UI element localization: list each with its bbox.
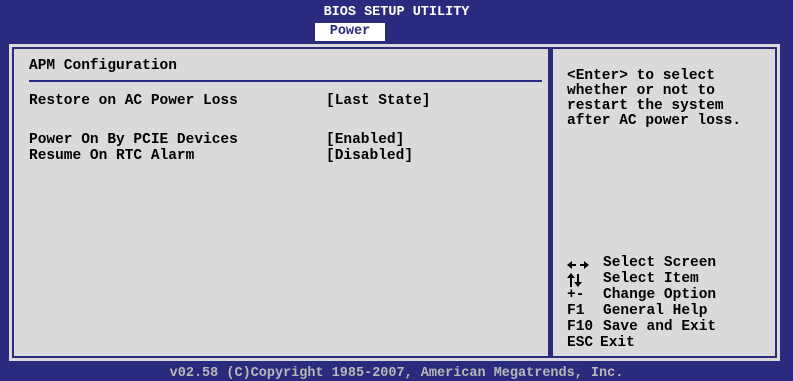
help-line: <Enter> to select bbox=[567, 68, 715, 84]
section-divider bbox=[29, 80, 542, 82]
setting-restore-ac-power-loss[interactable]: Restore on AC Power Loss [Last State] bbox=[29, 93, 529, 109]
key-row-select-item: Select Item bbox=[567, 271, 782, 287]
key-row-save-exit: F10 Save and Exit bbox=[567, 319, 782, 335]
copyright-footer: v02.58 (C)Copyright 1985-2007, American … bbox=[169, 366, 624, 381]
setting-label: Restore on AC Power Loss bbox=[29, 93, 238, 109]
frame-inner: APM Configuration Restore on AC Power Lo… bbox=[12, 47, 777, 358]
key-label: +- bbox=[567, 287, 585, 303]
bios-screen: BIOS SETUP UTILITY Power APM Configurati… bbox=[0, 0, 793, 381]
setting-value[interactable]: [Disabled] bbox=[326, 148, 413, 164]
tab-power[interactable]: Power bbox=[315, 23, 385, 41]
key-desc: Exit bbox=[600, 335, 635, 351]
key-row-general-help: F1 General Help bbox=[567, 303, 782, 319]
key-legend: Select Screen Select Item +- Change Opti… bbox=[567, 255, 782, 351]
key-desc: General Help bbox=[603, 303, 708, 319]
key-desc: Save and Exit bbox=[603, 319, 717, 335]
help-line: restart the system bbox=[567, 98, 724, 114]
key-label: ESC bbox=[567, 335, 594, 351]
setting-value[interactable]: [Last State] bbox=[326, 93, 430, 109]
help-panel: <Enter> to select whether or not to rest… bbox=[553, 49, 775, 356]
utility-title: BIOS SETUP UTILITY bbox=[323, 5, 470, 20]
key-desc: Select Screen bbox=[603, 255, 717, 271]
setting-power-on-pcie[interactable]: Power On By PCIE Devices [Enabled] bbox=[29, 132, 529, 148]
key-row-exit: ESC Exit bbox=[567, 335, 782, 351]
help-line: after AC power loss. bbox=[567, 113, 742, 129]
key-label: F1 bbox=[567, 303, 585, 319]
section-title: APM Configuration bbox=[29, 58, 177, 74]
key-row-select-screen: Select Screen bbox=[567, 255, 782, 271]
main-frame: APM Configuration Restore on AC Power Lo… bbox=[6, 41, 783, 364]
key-desc: Change Option bbox=[603, 287, 717, 303]
key-desc: Select Item bbox=[603, 271, 699, 287]
help-line: whether or not to bbox=[567, 83, 715, 99]
help-text: <Enter> to select whether or not to rest… bbox=[567, 69, 777, 129]
setting-label: Power On By PCIE Devices bbox=[29, 132, 238, 148]
setting-resume-rtc-alarm[interactable]: Resume On RTC Alarm [Disabled] bbox=[29, 148, 529, 164]
setting-label: Resume On RTC Alarm bbox=[29, 148, 195, 164]
settings-panel: APM Configuration Restore on AC Power Lo… bbox=[14, 49, 548, 356]
key-row-change-option: +- Change Option bbox=[567, 287, 782, 303]
setting-value[interactable]: [Enabled] bbox=[326, 132, 404, 148]
key-label: F10 bbox=[567, 319, 594, 335]
